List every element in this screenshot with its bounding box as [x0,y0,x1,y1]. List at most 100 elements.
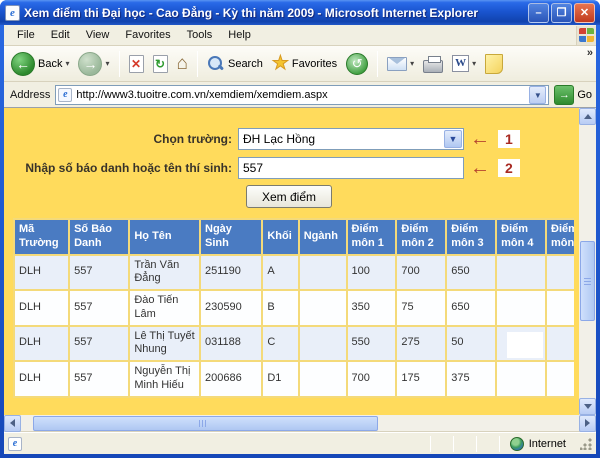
table-cell: DLH [14,290,69,326]
forward-button[interactable]: → ▾ [75,51,112,77]
table-row: DLH557Đào Tiến Lâm230590B35075650 [14,290,574,326]
candidate-id-input[interactable]: 557 [238,157,464,179]
mail-dropdown-icon[interactable]: ▾ [410,59,414,68]
mail-button[interactable]: ▾ [384,56,417,72]
arrow-right-icon [585,419,590,427]
menu-item-tools[interactable]: Tools [180,27,220,43]
word-icon: W [452,55,469,72]
table-cell [299,361,347,397]
table-cell [546,361,574,397]
status-panel [433,436,451,452]
status-separator [430,436,431,452]
school-select-value: ĐH Lạc Hồng [239,132,443,146]
menu-item-view[interactable]: View [79,27,117,43]
chevron-down-icon[interactable]: ▼ [444,130,462,148]
table-cell: Nguyễn Thị Minh Hiếu [129,361,200,397]
annotation-1: ← 1 [470,130,520,148]
white-patch [507,332,543,358]
horizontal-scroll-thumb[interactable] [33,416,378,431]
toolbar-overflow-chevron[interactable]: » [587,47,593,59]
status-separator [499,436,500,452]
table-cell: 557 [69,290,129,326]
scroll-down-button[interactable] [579,398,596,415]
menu-item-help[interactable]: Help [221,27,258,43]
table-cell: Trần Văn Đẳng [129,255,200,291]
menu-item-edit[interactable]: Edit [44,27,77,43]
address-input[interactable]: e http://www3.tuoitre.com.vn/xemdiem/xem… [55,85,549,105]
title-bar: e Xem điểm thi Đại học - Cao Đẳng - Kỳ t… [0,0,600,25]
history-button[interactable]: ↺ [343,52,371,76]
windows-logo-yellow [587,36,594,42]
refresh-button[interactable]: ↻ [150,54,171,74]
search-label: Search [228,58,263,70]
back-icon: ← [11,52,35,76]
back-label: Back [38,58,62,70]
annotation-number: 1 [498,130,520,148]
window-title: Xem điểm thi Đại học - Cao Đẳng - Kỳ thi… [24,6,526,20]
security-zone: Internet [502,437,574,451]
column-header: Điểm môn 5 [546,219,574,255]
stop-icon: ✕ [129,55,144,73]
annotation-arrow-icon: ← [470,130,490,148]
back-button[interactable]: ← Back ▾ [8,51,72,77]
table-cell: 650 [446,290,496,326]
toolbar-separator [197,51,198,77]
print-button[interactable] [420,54,446,74]
home-icon: ⌂ [177,55,188,73]
minimize-button[interactable]: – [528,3,549,23]
edit-with-word-button[interactable]: W ▾ [449,54,479,73]
vertical-scroll-track[interactable] [579,125,596,398]
windows-logo-blue [579,36,586,42]
status-panel [479,436,497,452]
vertical-scroll-thumb[interactable] [580,241,595,321]
table-cell [496,290,546,326]
home-button[interactable]: ⌂ [174,54,191,74]
table-cell: Đào Tiến Lâm [129,290,200,326]
column-header: Khối [262,219,298,255]
maximize-button[interactable]: ❒ [551,3,572,23]
table-cell: 175 [396,361,446,397]
notes-button[interactable] [482,53,506,75]
scroll-up-button[interactable] [579,108,596,125]
forward-dropdown-icon[interactable]: ▾ [105,59,109,68]
address-url[interactable]: http://www3.tuoitre.com.vn/xemdiem/xemdi… [76,89,525,101]
table-cell: B [262,290,298,326]
table-cell: C [262,326,298,362]
close-button[interactable]: ✕ [574,3,595,23]
browser-window: e Xem điểm thi Đại học - Cao Đẳng - Kỳ t… [0,0,600,458]
view-scores-button[interactable]: Xem điểm [246,185,332,208]
column-header: Điểm môn 1 [347,219,397,255]
table-cell: 650 [446,255,496,291]
horizontal-scrollbar[interactable] [4,415,596,432]
ie-page-icon: e [5,5,20,21]
internet-globe-icon [510,437,524,451]
scroll-right-button[interactable] [579,415,596,432]
go-button[interactable]: → Go [554,85,592,105]
stop-button[interactable]: ✕ [126,54,147,74]
table-cell: D1 [262,361,298,397]
table-cell [496,361,546,397]
favorites-label: Favorites [292,58,337,70]
favorites-button[interactable]: ★ Favorites [269,54,340,74]
go-label: Go [577,89,592,101]
search-button[interactable]: Search [204,54,266,74]
table-row: DLH557Nguyễn Thị Minh Hiếu200686D1700175… [14,361,574,397]
back-dropdown-icon[interactable]: ▾ [65,59,69,68]
horizontal-scroll-track[interactable] [21,415,579,432]
status-separator [453,436,454,452]
arrow-up-icon [584,114,592,119]
table-row: DLH557Trần Văn Đẳng251190A100700650 [14,255,574,291]
menu-item-favorites[interactable]: Favorites [118,27,177,43]
school-select[interactable]: ĐH Lạc Hồng ▼ [238,128,464,150]
resize-grip[interactable] [580,438,592,450]
table-cell: 251190 [200,255,262,291]
scroll-left-button[interactable] [4,415,21,432]
word-dropdown-icon[interactable]: ▾ [472,59,476,68]
vertical-scrollbar[interactable] [579,108,596,415]
windows-logo-green [587,28,594,34]
table-cell [299,326,347,362]
status-panel [456,436,474,452]
address-dropdown-button[interactable]: ▼ [529,86,546,104]
results-table: Mã TrườngSố Báo DanhHọ TênNgày SinhKhốiN… [13,218,574,398]
menu-item-file[interactable]: File [10,27,42,43]
